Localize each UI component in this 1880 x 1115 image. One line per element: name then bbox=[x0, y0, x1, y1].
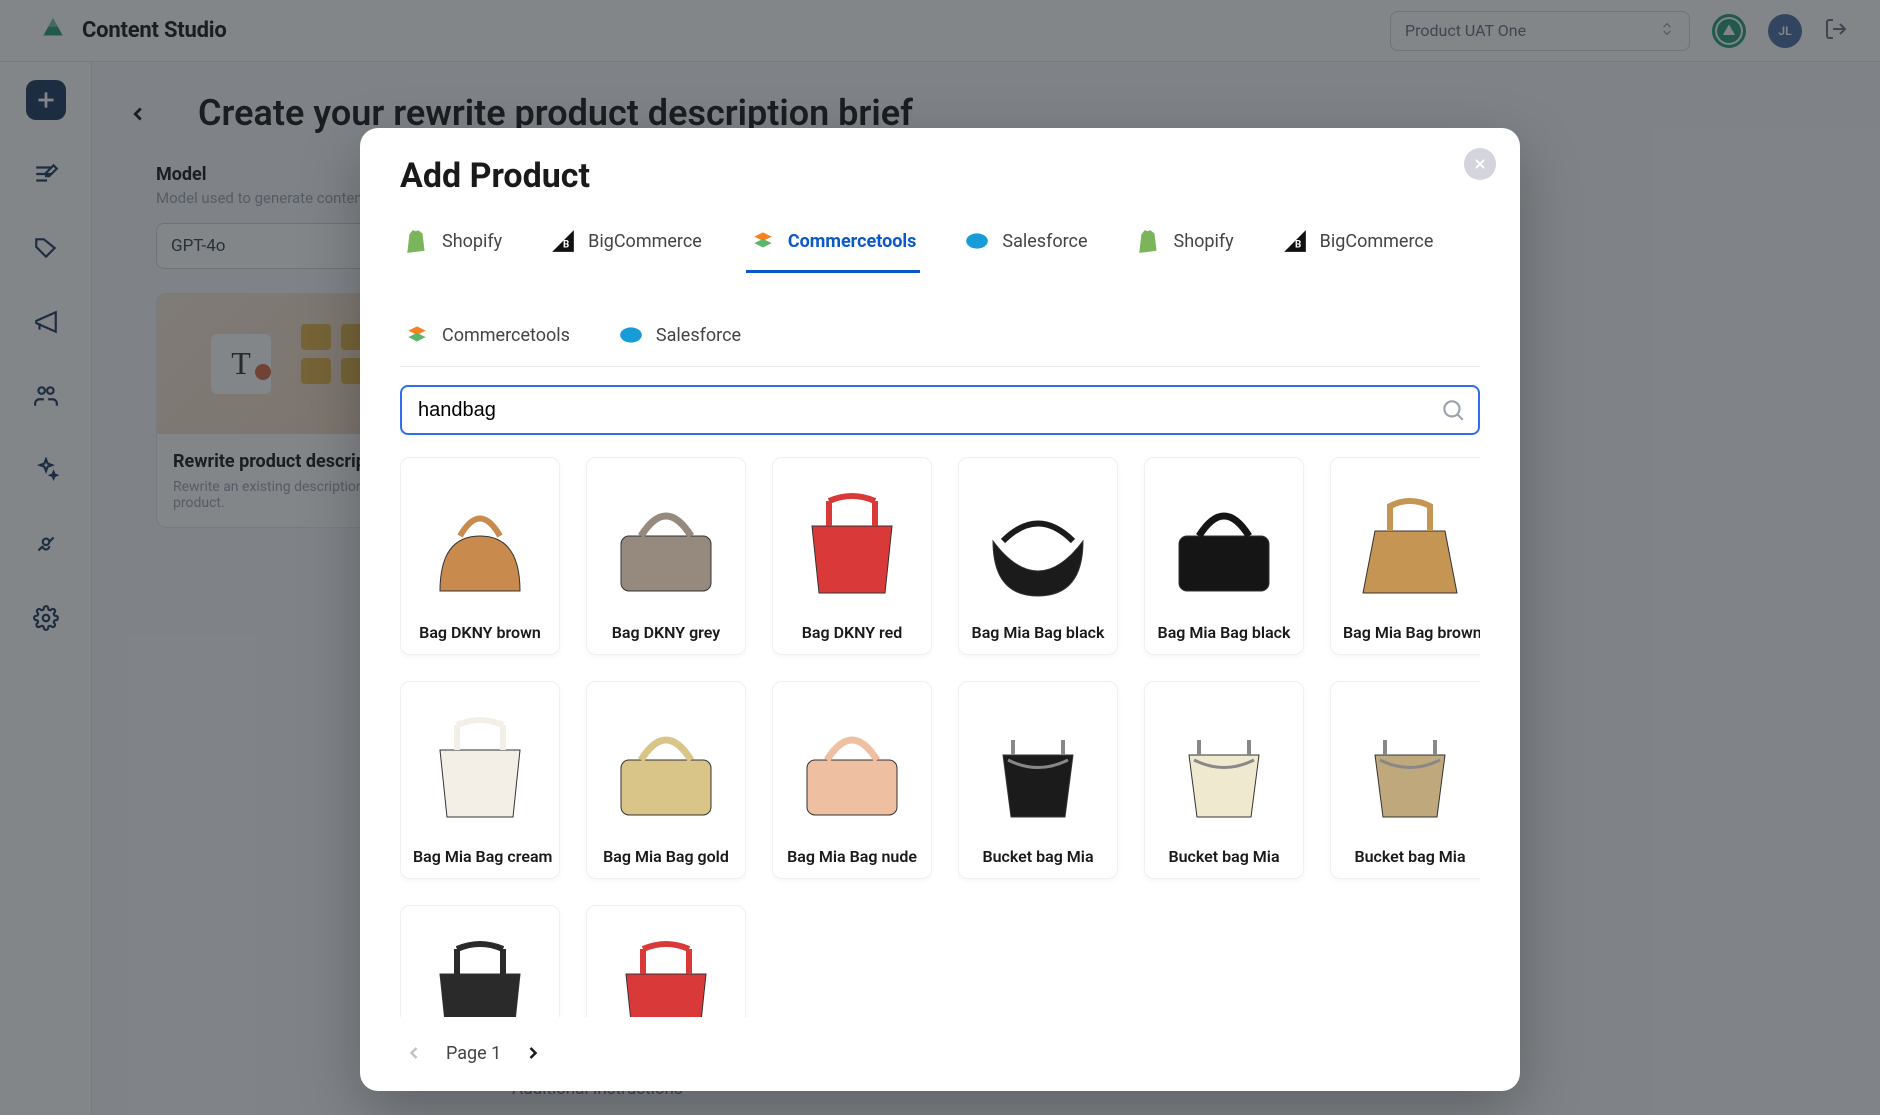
platform-tab-salesforce[interactable]: Salesforce bbox=[614, 312, 745, 367]
product-name: Bucket bag Mia bbox=[1145, 847, 1303, 878]
pager-label: Page 1 bbox=[446, 1043, 501, 1064]
commercetools-icon bbox=[750, 228, 776, 254]
platform-tabs: Shopify B BigCommerce Commercetools Sales… bbox=[400, 218, 1480, 367]
platform-tab-label: Commercetools bbox=[442, 325, 570, 346]
product-name: Bucket bag Mia bbox=[959, 847, 1117, 878]
product-card[interactable]: Bucket bag Mia bbox=[958, 681, 1118, 879]
bigcommerce-icon: B bbox=[1282, 228, 1308, 254]
svg-text:B: B bbox=[1295, 240, 1301, 251]
platform-tab-commercetools[interactable]: Commercetools bbox=[746, 218, 921, 273]
platform-tab-bigcommerce[interactable]: B BigCommerce bbox=[546, 218, 706, 273]
product-card[interactable]: Bag Mia Bag brown bbox=[1330, 457, 1480, 655]
product-card[interactable]: Bag DKNY red bbox=[772, 457, 932, 655]
salesforce-icon bbox=[618, 322, 644, 348]
product-card[interactable]: Bag DKNY grey bbox=[586, 457, 746, 655]
product-card[interactable]: Tote bag black bbox=[400, 905, 560, 1017]
product-search-input[interactable] bbox=[400, 385, 1480, 435]
product-card[interactable]: Bag Mia Bag gold bbox=[586, 681, 746, 879]
pager-next[interactable] bbox=[519, 1039, 547, 1067]
product-name: Bag DKNY grey bbox=[587, 623, 745, 654]
product-card[interactable]: Bag Mia Bag black bbox=[1144, 457, 1304, 655]
product-name: Bucket bag Mia bbox=[1331, 847, 1480, 878]
platform-tab-shopify[interactable]: Shopify bbox=[400, 218, 506, 273]
product-name: Bag Mia Bag black bbox=[1145, 623, 1303, 654]
platform-tab-salesforce[interactable]: Salesforce bbox=[960, 218, 1091, 273]
platform-tab-label: BigCommerce bbox=[588, 231, 702, 252]
product-image bbox=[401, 458, 559, 623]
product-image bbox=[1145, 458, 1303, 623]
pager-prev[interactable] bbox=[400, 1039, 428, 1067]
add-product-modal: Add Product Shopify B BigCommerce Commerc… bbox=[360, 128, 1520, 1091]
platform-tab-label: Salesforce bbox=[1002, 231, 1087, 252]
product-image bbox=[401, 682, 559, 847]
product-card[interactable]: Bag DKNY brown bbox=[400, 457, 560, 655]
product-card[interactable]: Tote bag red bbox=[586, 905, 746, 1017]
product-image bbox=[1145, 682, 1303, 847]
commercetools-icon bbox=[404, 322, 430, 348]
product-name: Bag Mia Bag black bbox=[959, 623, 1117, 654]
shopify-icon bbox=[404, 228, 430, 254]
product-card[interactable]: Bag Mia Bag black bbox=[958, 457, 1118, 655]
product-name: Bag Mia Bag cream bbox=[401, 847, 559, 878]
product-image bbox=[1331, 682, 1480, 847]
product-image bbox=[587, 682, 745, 847]
product-name: Bag Mia Bag nude bbox=[773, 847, 931, 878]
modal-title: Add Product bbox=[400, 156, 1480, 196]
product-card[interactable]: Bucket bag Mia bbox=[1330, 681, 1480, 879]
platform-tab-shopify[interactable]: Shopify bbox=[1132, 218, 1238, 273]
product-name: Bag Mia Bag gold bbox=[587, 847, 745, 878]
platform-tab-commercetools[interactable]: Commercetools bbox=[400, 312, 574, 367]
product-name: Bag Mia Bag brown bbox=[1331, 623, 1480, 654]
platform-tab-label: Shopify bbox=[1174, 231, 1234, 252]
product-image bbox=[773, 458, 931, 623]
salesforce-icon bbox=[964, 228, 990, 254]
product-card[interactable]: Bag Mia Bag nude bbox=[772, 681, 932, 879]
shopify-icon bbox=[1136, 228, 1162, 254]
search-icon bbox=[1440, 397, 1466, 423]
modal-overlay[interactable]: Add Product Shopify B BigCommerce Commerc… bbox=[0, 0, 1880, 1115]
product-image bbox=[587, 906, 745, 1017]
platform-tab-bigcommerce[interactable]: B BigCommerce bbox=[1278, 218, 1438, 273]
product-name: Bag DKNY red bbox=[773, 623, 931, 654]
svg-text:B: B bbox=[563, 240, 569, 251]
pager: Page 1 bbox=[400, 1039, 1480, 1067]
product-image bbox=[1331, 458, 1480, 623]
platform-tab-label: BigCommerce bbox=[1320, 231, 1434, 252]
bigcommerce-icon: B bbox=[550, 228, 576, 254]
modal-close-button[interactable] bbox=[1464, 148, 1496, 180]
platform-tab-label: Shopify bbox=[442, 231, 502, 252]
product-image bbox=[401, 906, 559, 1017]
product-image bbox=[773, 682, 931, 847]
platform-tab-label: Commercetools bbox=[788, 231, 917, 252]
product-image bbox=[587, 458, 745, 623]
product-image bbox=[959, 682, 1117, 847]
product-card[interactable]: Bucket bag Mia bbox=[1144, 681, 1304, 879]
platform-tab-label: Salesforce bbox=[656, 325, 741, 346]
product-name: Bag DKNY brown bbox=[401, 623, 559, 654]
product-card[interactable]: Bag Mia Bag cream bbox=[400, 681, 560, 879]
product-image bbox=[959, 458, 1117, 623]
product-grid: Bag DKNY brown Bag DKNY grey Bag DKNY re… bbox=[400, 457, 1480, 1017]
